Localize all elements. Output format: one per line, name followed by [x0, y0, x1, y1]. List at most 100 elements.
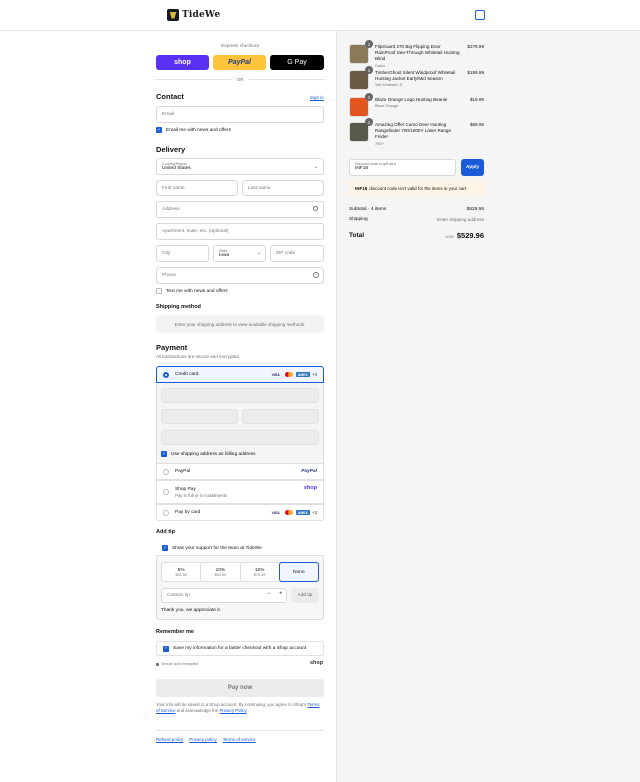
discount-field[interactable]: Discount code or gift card INF18 — [349, 159, 456, 176]
total-value: $529.96 — [456, 231, 484, 240]
security-code-field[interactable] — [242, 409, 319, 424]
tip-option[interactable]: 15% $79.49 — [241, 563, 280, 581]
visa-icon: VISA — [271, 372, 280, 377]
email-field[interactable]: Email — [156, 106, 324, 123]
apply-button[interactable]: Apply — [461, 159, 484, 176]
privacy-policy-link[interactable]: Privacy policy — [189, 737, 217, 742]
error-code: INF18 — [355, 186, 368, 191]
first-name-field[interactable]: First name — [156, 180, 238, 196]
quantity-badge: 1 — [365, 118, 373, 126]
quantity-badge: 1 — [365, 40, 373, 48]
terms-of-service-link[interactable]: Terms of service — [223, 737, 256, 742]
lock-icon — [156, 662, 159, 666]
zip-field[interactable]: ZIP code — [270, 245, 324, 262]
state-value: Iowa — [219, 253, 230, 258]
radio-unselected[interactable] — [163, 468, 169, 475]
privacy-link[interactable]: Privacy Policy — [220, 708, 247, 713]
quantity-badge: 1 — [365, 93, 373, 101]
error-text: discount code isn't valid for the items … — [369, 186, 467, 191]
product-price: $279.99 — [467, 44, 484, 49]
expiry-field[interactable] — [161, 409, 238, 424]
text-me-row[interactable]: Text me with news and offers — [156, 288, 228, 294]
chevron-down-icon: ⌄ — [257, 250, 262, 256]
shop-pay-label: Shop Pay — [175, 486, 196, 492]
product-name: FlipGuard 270 Big Flipping Door RainProo… — [375, 44, 460, 62]
card-number-field[interactable] — [161, 388, 319, 403]
country-select[interactable]: Country/Region United States — [156, 158, 324, 175]
shipping-method-title: Shipping method — [156, 304, 201, 310]
billing-same-row[interactable]: ✓ Use shipping address as billing addres… — [161, 451, 256, 457]
plus-button[interactable]: + — [279, 591, 283, 597]
shop-pay-logo: shop — [303, 485, 317, 491]
shop-pay-button[interactable]: shop — [156, 55, 209, 70]
tip-option-none[interactable]: None — [278, 562, 319, 582]
cart-item: 1 Blaze Orange Logo Hunting Beanie Blaze O… — [349, 93, 484, 117]
payment-option-credit-card[interactable]: Credit card VISA AMEX +3 — [156, 366, 324, 383]
discount-error: INF18 discount code isn't valid for the … — [349, 181, 484, 196]
tip-option[interactable]: 10% $53.00 — [201, 563, 241, 581]
divider — [249, 79, 324, 80]
checkbox-checked[interactable]: ✓ — [161, 451, 167, 457]
checkbox-checked[interactable]: ✓ — [162, 545, 168, 551]
cart-item: 1 FlipGuard 270 Big Flipping Door RainPro… — [349, 40, 484, 68]
radio-selected[interactable] — [163, 371, 169, 378]
news-checkbox-row[interactable]: ✓ Email me with news and offers — [156, 127, 231, 133]
checkbox-unchecked[interactable] — [156, 288, 162, 294]
shopping-bag-icon[interactable] — [475, 10, 485, 20]
sign-in-link[interactable]: Sign in — [310, 95, 324, 100]
payment-title: Payment — [156, 343, 188, 352]
address-field[interactable]: Address — [156, 201, 324, 218]
shipping-value: Enter shipping address — [437, 217, 484, 222]
name-on-card-field[interactable] — [161, 430, 319, 445]
product-variant: Blaze Orange — [375, 104, 399, 109]
google-pay-button[interactable]: G Pay — [270, 55, 324, 70]
footer-links: Refund policy Privacy policy Terms of se… — [156, 737, 256, 742]
brand-logo[interactable]: TideWe — [167, 9, 220, 21]
add-tip-title: Add tip — [156, 529, 175, 535]
secure-label: Secure and encrypted — [161, 662, 199, 666]
tip-support-row[interactable]: ✓ Show your support for the team at Tide… — [156, 541, 324, 556]
checkbox-checked[interactable]: ✓ — [163, 645, 169, 652]
checkbox-checked[interactable]: ✓ — [156, 127, 162, 133]
divider — [156, 79, 231, 80]
pay-now-button[interactable]: Pay now — [156, 679, 324, 697]
logo-icon — [167, 9, 179, 21]
save-info-row[interactable]: ✓ Save my information for a faster check… — [156, 641, 324, 656]
product-price: $19.99 — [469, 97, 484, 102]
radio-unselected[interactable] — [163, 509, 169, 516]
phone-field[interactable]: Phone — [156, 267, 324, 284]
refund-policy-link[interactable]: Refund policy — [156, 737, 183, 742]
apartment-field[interactable]: Apartment, suite, etc. (optional) — [156, 223, 324, 240]
tip-options: 5% $26.50 10% $53.00 15% $79.49 None — [161, 562, 319, 582]
cart-item: 1 TimberGhost Silent Windproof Whitetail … — [349, 66, 484, 90]
payment-option-pay-by-card[interactable]: Pay by card VISA AMEX +3 — [156, 504, 324, 521]
quantity-badge: 1 — [365, 66, 373, 74]
tip-thanks: Thank you, we appreciate it. — [161, 608, 221, 613]
paypal-button[interactable]: PayPal — [213, 55, 266, 70]
payment-option-shop-pay[interactable]: Shop Pay Pay in full or in installments … — [156, 480, 324, 504]
or-label: OR — [236, 77, 244, 82]
tip-option[interactable]: 5% $26.50 — [162, 563, 202, 581]
last-name-field[interactable]: Last name — [242, 180, 324, 196]
payment-option-paypal[interactable]: PayPal PayPal — [156, 463, 324, 480]
product-name: Blaze Orange Logo Hunting Beanie — [375, 97, 448, 102]
minus-button[interactable]: − — [267, 591, 271, 597]
product-price: $69.99 — [469, 122, 484, 127]
more-cards-label: +3 — [311, 510, 317, 515]
mastercard-icon — [284, 510, 294, 515]
tip-percent: None — [293, 569, 305, 575]
save-info-label: Save my information for a faster checkou… — [173, 646, 307, 651]
city-field[interactable]: City — [156, 245, 209, 262]
paypal-label: PayPal — [175, 469, 191, 474]
tip-amount: $26.50 — [175, 572, 187, 577]
product-variant: Veil Whitetail / S — [375, 83, 403, 88]
help-icon[interactable]: ? — [313, 272, 319, 278]
product-name: TimberGhost Silent Windproof Whitetail H… — [375, 70, 456, 82]
total-label: Total — [349, 232, 365, 239]
remember-me-title: Remember me — [156, 629, 194, 635]
add-tip-button[interactable]: Add tip — [291, 588, 319, 603]
billing-same-label: Use shipping address as billing address — [171, 451, 256, 457]
tip-support-label: Show your support for the team at TideWe — [172, 545, 262, 551]
radio-unselected[interactable] — [163, 489, 169, 495]
payment-subtitle: All transactions are secure and encrypte… — [156, 354, 241, 359]
